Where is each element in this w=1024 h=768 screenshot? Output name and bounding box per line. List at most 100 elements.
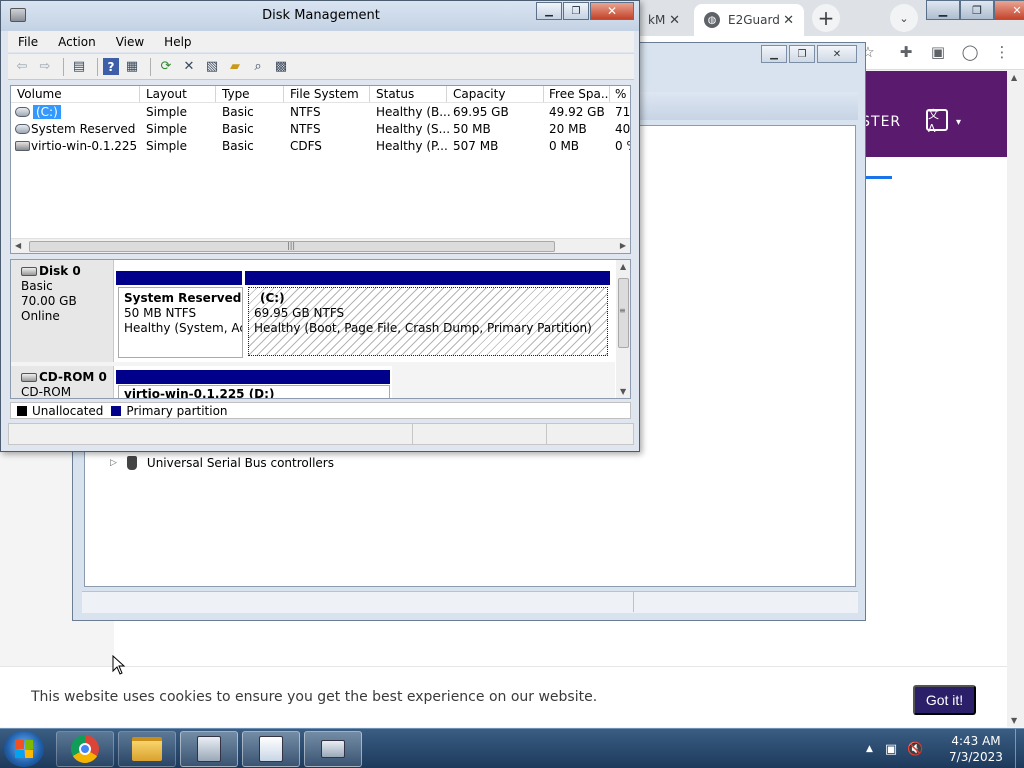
tree-item-usb[interactable]: ▷ Universal Serial Bus controllers xyxy=(110,454,334,472)
close-tab-icon[interactable]: ✕ xyxy=(783,13,794,28)
search-icon[interactable]: ⌕ xyxy=(248,57,268,77)
cdrom-0-info[interactable]: CD-ROM 0 CD-ROM xyxy=(11,366,114,398)
column-header-free-space[interactable]: Free Spa... xyxy=(549,87,609,101)
status-bar xyxy=(8,423,634,445)
column-header-percent-free[interactable]: % F xyxy=(615,87,630,101)
column-separator[interactable] xyxy=(215,86,216,102)
unallocated-swatch xyxy=(17,405,27,416)
cdrom-icon xyxy=(15,141,30,151)
browser-tab-2[interactable]: ◍ E2Guard ✕ xyxy=(694,4,804,36)
volume-list-header: Volume Layout Type File System Status Ca… xyxy=(11,86,630,103)
start-button[interactable] xyxy=(4,731,44,767)
column-separator[interactable] xyxy=(543,86,544,102)
profile-icon[interactable]: ◯ xyxy=(960,42,980,62)
tab-search-button[interactable]: ⌄ xyxy=(890,4,918,32)
open-icon[interactable]: ▰ xyxy=(225,57,245,77)
taskbar-explorer[interactable] xyxy=(118,731,176,767)
volume-free-space: 0 MB xyxy=(549,139,580,153)
partition-d[interactable]: virtio-win-0.1.225 (D:) xyxy=(118,385,390,398)
window-titlebar[interactable]: Disk Management ▁ ❐ ✕ xyxy=(1,1,639,31)
volume-filesystem: CDFS xyxy=(290,139,322,153)
site-header: ISTER 文A ▾ xyxy=(856,71,1007,157)
properties-icon[interactable]: ▤ xyxy=(69,57,89,77)
page-scrollbar[interactable]: ▲ ▼ xyxy=(1007,71,1024,727)
help-icon[interactable]: ? xyxy=(103,58,119,75)
show-desktop-button[interactable] xyxy=(1015,729,1024,768)
refresh-icon[interactable]: ⟳ xyxy=(156,57,176,77)
volume-row-c[interactable]: (C:) Simple Basic NTFS Healthy (B... 69.… xyxy=(11,104,630,121)
scroll-down-icon[interactable]: ▼ xyxy=(620,387,626,396)
console-icon[interactable]: ▦ xyxy=(122,57,142,77)
show-hidden-icons-icon[interactable]: ▲ xyxy=(866,744,873,754)
minimize-icon[interactable]: ▁ xyxy=(761,45,787,63)
disk-management-window: Disk Management ▁ ❐ ✕ File Action View H… xyxy=(0,0,640,452)
menu-help[interactable]: Help xyxy=(154,35,201,49)
volume-list: Volume Layout Type File System Status Ca… xyxy=(10,85,631,254)
disk-icon xyxy=(21,267,37,276)
menu-file[interactable]: File xyxy=(8,35,48,49)
volume-row-virtio[interactable]: virtio-win-0.1.225 ... Simple Basic CDFS… xyxy=(11,138,630,155)
scroll-up-icon[interactable]: ▲ xyxy=(620,262,626,271)
minimize-icon[interactable]: ▁ xyxy=(536,2,562,20)
properties2-icon[interactable]: ▧ xyxy=(202,57,222,77)
scroll-up-icon[interactable]: ▲ xyxy=(1011,73,1017,82)
column-header-layout[interactable]: Layout xyxy=(146,87,216,101)
taskbar-computer-management[interactable] xyxy=(242,731,300,767)
forward-icon[interactable]: ⇨ xyxy=(35,57,55,77)
taskbar-chrome[interactable] xyxy=(56,731,114,767)
language-icon[interactable]: 文A xyxy=(926,108,948,135)
close-icon[interactable]: ✕ xyxy=(590,2,634,20)
column-separator[interactable] xyxy=(369,86,370,102)
minimize-icon[interactable]: ▁ xyxy=(926,0,960,20)
got-it-button[interactable]: Got it! xyxy=(913,685,976,715)
partition-c[interactable]: (C:) 69.95 GB NTFS Healthy (Boot, Page F… xyxy=(248,287,608,356)
volume-name: (C:) xyxy=(33,105,61,119)
kebab-menu-icon[interactable]: ⋮ xyxy=(992,42,1012,62)
volume-percent-free: 71 xyxy=(615,105,631,119)
column-header-filesystem[interactable]: File System xyxy=(290,87,370,101)
volume-muted-icon[interactable]: 🔇 xyxy=(907,742,923,757)
restore-icon[interactable]: ❐ xyxy=(960,0,994,20)
new-tab-button[interactable]: + xyxy=(812,4,840,32)
column-header-capacity[interactable]: Capacity xyxy=(453,87,543,101)
menu-view[interactable]: View xyxy=(106,35,154,49)
column-separator[interactable] xyxy=(609,86,610,102)
caret-down-icon[interactable]: ▾ xyxy=(956,117,961,128)
volume-layout: Simple xyxy=(146,139,187,153)
expand-arrow-icon[interactable]: ▷ xyxy=(110,458,117,468)
column-separator[interactable] xyxy=(446,86,447,102)
close-icon[interactable]: ✕ xyxy=(994,0,1024,20)
column-header-status[interactable]: Status xyxy=(376,87,446,101)
column-separator[interactable] xyxy=(139,86,140,102)
restore-icon[interactable]: ❐ xyxy=(563,2,589,20)
taskbar-disk-management[interactable] xyxy=(304,731,362,767)
menu-action[interactable]: Action xyxy=(48,35,106,49)
disk-0-info[interactable]: Disk 0 Basic 70.00 GB Online xyxy=(11,260,114,362)
sidepanel-icon[interactable]: ▣ xyxy=(928,42,948,62)
column-header-type[interactable]: Type xyxy=(222,87,282,101)
volume-percent-free: 0 % xyxy=(615,139,630,153)
volume-row-system-reserved[interactable]: System Reserved Simple Basic NTFS Health… xyxy=(11,121,630,138)
toolbar-separator xyxy=(97,57,98,76)
restore-icon[interactable]: ❐ xyxy=(789,45,815,63)
puzzle-icon[interactable]: ✚ xyxy=(896,42,916,62)
scroll-right-icon[interactable]: ▶ xyxy=(620,241,626,250)
delete-icon[interactable]: ✕ xyxy=(179,57,199,77)
taskbar-device-manager[interactable] xyxy=(180,731,238,767)
network-icon[interactable]: ▣ xyxy=(885,742,897,757)
chrome-icon xyxy=(71,735,99,763)
column-header-volume[interactable]: Volume xyxy=(17,87,137,101)
globe-icon: ◍ xyxy=(704,12,720,28)
drive-icon xyxy=(15,107,30,117)
close-tab-icon[interactable]: ✕ xyxy=(669,13,680,28)
clock[interactable]: 4:43 AM 7/3/2023 xyxy=(936,733,1016,765)
settings-icon[interactable]: ▩ xyxy=(271,57,291,77)
back-icon[interactable]: ⇦ xyxy=(12,57,32,77)
horizontal-scrollbar[interactable]: ◀ ||| ▶ xyxy=(11,238,630,253)
partition-system-reserved[interactable]: System Reserved 50 MB NTFS Healthy (Syst… xyxy=(118,287,243,358)
vertical-scrollbar[interactable]: ▲ ≡ ▼ xyxy=(616,260,630,398)
scroll-left-icon[interactable]: ◀ xyxy=(15,241,21,250)
close-icon[interactable]: ✕ xyxy=(817,45,857,63)
column-separator[interactable] xyxy=(283,86,284,102)
scroll-down-icon[interactable]: ▼ xyxy=(1011,716,1017,725)
